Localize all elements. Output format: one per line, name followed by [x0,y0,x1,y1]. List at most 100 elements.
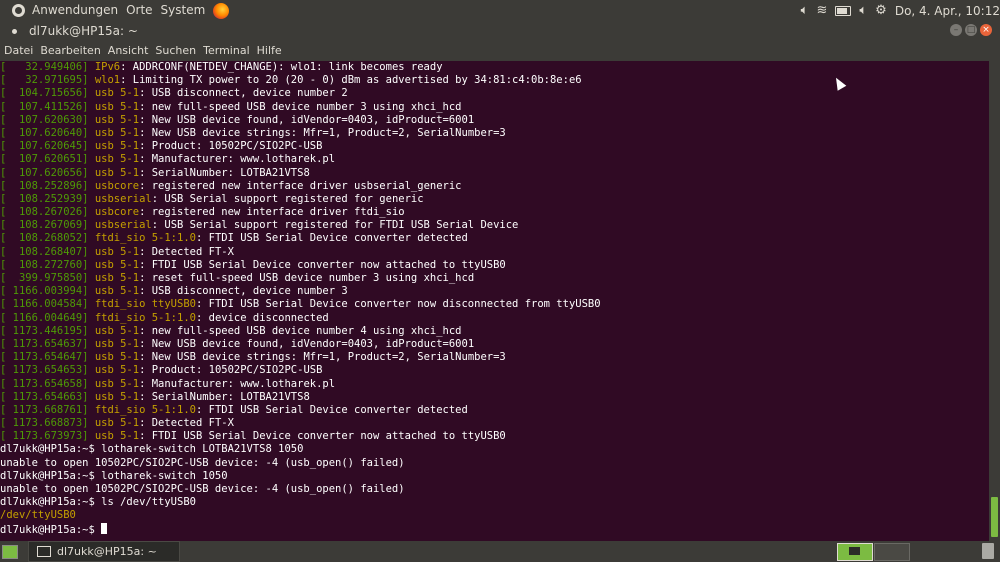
workspace-window-thumb [849,547,860,555]
menu-hilfe[interactable]: Hilfe [253,41,285,61]
dmesg-line: [ 1173.673973] usb 5-1: FTDI USB Serial … [0,430,989,443]
bottom-panel: dl7ukk@HP15a: ~ [0,541,1000,562]
menu-system[interactable]: System [157,0,210,21]
dmesg-line: [ 108.267069] usbserial: USB Serial supp… [0,219,989,232]
dmesg-message: : New USB device strings: Mfr=1, Product… [139,351,506,364]
dmesg-line: [ 107.620630] usb 5-1: New USB device fo… [0,114,989,127]
dmesg-module: usb 5-1 [94,390,140,403]
dmesg-line: [ 107.620656] usb 5-1: SerialNumber: LOT… [0,167,989,180]
dmesg-line: [ 1166.003994] usb 5-1: USB disconnect, … [0,285,989,298]
dmesg-message: : New USB device strings: Mfr=1, Product… [139,126,506,139]
dmesg-timestamp: [ 107.620656] [0,166,95,179]
dmesg-line: [ 1173.668873] usb 5-1: Detected FT-X [0,417,989,430]
dmesg-module: ftdi_sio 5-1:1.0 [94,232,196,245]
system-tray: 🔈︎ ≋ 🔈︎ ⚙ Do, 4. Apr., 10:12 [801,0,1000,21]
text-cursor [101,522,108,534]
close-button[interactable]: × [980,24,992,36]
shell-line: dl7ukk@HP15a:~$ lotharek-switch 1050 [0,469,228,482]
volume-icon[interactable]: 🔈︎ [801,0,809,21]
dmesg-timestamp: [ 107.620640] [0,126,95,139]
dmesg-module: usb 5-1 [94,285,140,298]
dmesg-timestamp: [ 108.268407] [0,245,95,258]
settings-gear-icon[interactable]: ⚙ [875,0,887,21]
dmesg-message: : FTDI USB Serial Device converter now a… [139,258,506,271]
dmesg-message: : Detected FT-X [139,245,234,258]
terminal-icon [37,546,51,557]
prompt-text: dl7ukk@HP15a:~$ [0,523,102,536]
dmesg-timestamp: [ 1173.668761] [0,403,95,416]
dmesg-message: : registered new interface driver usbser… [139,179,462,192]
menu-terminal[interactable]: Terminal [199,41,253,61]
dmesg-line: [ 107.620645] usb 5-1: Product: 10502PC/… [0,140,989,153]
dmesg-module: wlo1 [94,74,121,87]
window-titlebar[interactable]: dl7ukk@HP15a: ~ – □ × [0,21,1000,41]
volume-2-icon[interactable]: 🔈︎ [859,0,867,21]
dmesg-line: [ 399.975850] usb 5-1: reset full-speed … [0,272,989,285]
dmesg-timestamp: [ 107.620651] [0,153,95,166]
window-icon [12,28,17,34]
dmesg-message: : new full-speed USB device number 4 usi… [139,324,462,337]
dmesg-timestamp: [ 32.949406] [0,61,95,73]
menu-places[interactable]: Orte [122,0,156,21]
dmesg-message: : Product: 10502PC/SIO2PC-USB [139,140,323,153]
workspace-1[interactable] [837,543,873,561]
dmesg-line: [ 104.715656] usb 5-1: USB disconnect, d… [0,87,989,100]
applications-logo-icon[interactable] [12,4,25,17]
dmesg-timestamp: [ 32.971695] [0,74,95,87]
dmesg-timestamp: [ 104.715656] [0,87,95,100]
dmesg-timestamp: [ 1173.654653] [0,364,95,377]
dmesg-line: [ 1166.004584] ftdi_sio ttyUSB0: FTDI US… [0,298,989,311]
minimize-button[interactable]: – [950,24,962,36]
dmesg-module: usb 5-1 [94,153,140,166]
wifi-icon[interactable]: ≋ [816,0,827,21]
show-desktop-button[interactable] [2,544,18,559]
firefox-launcher-icon[interactable] [213,2,230,19]
battery-icon[interactable] [835,5,852,16]
dmesg-line: [ 107.620651] usb 5-1: Manufacturer: www… [0,153,989,166]
maximize-button[interactable]: □ [965,24,977,36]
menu-ansicht[interactable]: Ansicht [104,41,152,61]
menu-suchen[interactable]: Suchen [151,41,199,61]
dmesg-module: usb 5-1 [94,417,140,430]
dmesg-timestamp: [ 1173.446195] [0,324,95,337]
dmesg-line: [ 1173.446195] usb 5-1: new full-speed U… [0,325,989,338]
dmesg-message: : new full-speed USB device number 3 usi… [139,100,462,113]
shell-prompt[interactable]: dl7ukk@HP15a:~$ [0,522,989,536]
dmesg-message: : FTDI USB Serial Device converter detec… [195,403,468,416]
dmesg-module: usb 5-1 [94,364,140,377]
workspace-2[interactable] [874,543,910,561]
scrollbar-thumb[interactable] [991,497,998,537]
dmesg-module: ftdi_sio ttyUSB0 [94,298,196,311]
terminal-scrollbar[interactable] [989,61,1000,541]
dmesg-module: usb 5-1 [94,351,140,364]
dmesg-module: usbcore [94,179,140,192]
dmesg-timestamp: [ 1173.654663] [0,390,95,403]
dmesg-module: usb 5-1 [94,87,140,100]
dmesg-message: : Manufacturer: www.lotharek.pl [139,153,336,166]
dmesg-timestamp: [ 108.272760] [0,258,95,271]
menu-applications[interactable]: Anwendungen [28,0,122,21]
trash-icon[interactable] [982,543,994,559]
dmesg-module: usb 5-1 [94,140,140,153]
dmesg-module: usb 5-1 [94,100,140,113]
menu-datei[interactable]: Datei [0,41,36,61]
dmesg-message: : Product: 10502PC/SIO2PC-USB [139,364,323,377]
clock[interactable]: Do, 4. Apr., 10:12 [895,4,1000,18]
dmesg-message: : USB Serial support registered for gene… [151,192,424,205]
dmesg-message: : FTDI USB Serial Device converter detec… [195,232,468,245]
dmesg-message: : FTDI USB Serial Device converter now a… [139,430,506,443]
dmesg-message: : USB disconnect, device number 3 [139,285,348,298]
terminal-output[interactable]: [ 32.949406] IPv6: ADDRCONF(NETDEV_CHANG… [0,61,989,541]
dmesg-timestamp: [ 1166.003994] [0,285,95,298]
taskbar-window-button[interactable]: dl7ukk@HP15a: ~ [28,541,180,562]
terminal-text: [ 32.949406] IPv6: ADDRCONF(NETDEV_CHANG… [0,61,989,536]
menu-bearbeiten[interactable]: Bearbeiten [36,41,103,61]
dmesg-line: [ 1173.654658] usb 5-1: Manufacturer: ww… [0,378,989,391]
dmesg-timestamp: [ 1173.654658] [0,377,95,390]
dmesg-message: : reset full-speed USB device number 3 u… [139,272,475,284]
dmesg-line: [ 107.411526] usb 5-1: new full-speed US… [0,101,989,114]
dmesg-line: [ 1173.654647] usb 5-1: New USB device s… [0,351,989,364]
shell-line: dl7ukk@HP15a:~$ lotharek-switch LOTBA21V… [0,443,304,456]
dmesg-timestamp: [ 108.268052] [0,232,95,245]
dmesg-timestamp: [ 108.267026] [0,206,95,219]
